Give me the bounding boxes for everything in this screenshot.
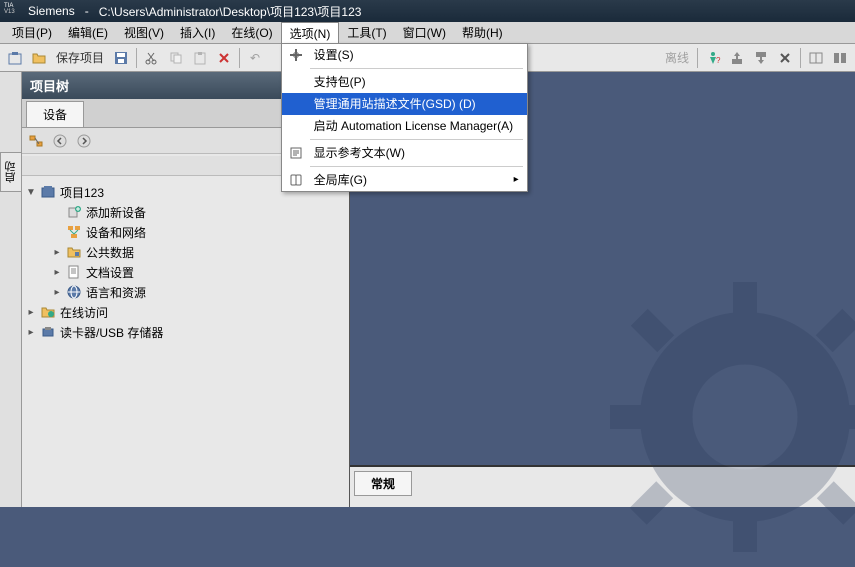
menu-window[interactable]: 窗口(W) [395,22,454,43]
save-button[interactable] [110,47,132,69]
toolbar-separator [136,48,137,68]
copy-button[interactable] [165,47,187,69]
tree-label: 添加新设备 [86,204,146,221]
tree-label: 设备和网络 [86,224,146,241]
tree-node-doc-settings[interactable]: ▸ 文档设置 [22,262,349,282]
dd-separator [310,166,523,167]
dd-label: 启动 Automation License Manager(A) [314,117,513,134]
tree-node-card-reader[interactable]: ▸ 读卡器/USB 存储器 [22,322,349,342]
undo-button[interactable]: ↶ [244,47,266,69]
dd-manage-gsd[interactable]: 管理通用站描述文件(GSD) (D) [282,93,527,115]
menu-project[interactable]: 项目(P) [4,22,60,43]
tree-node-common-data[interactable]: ▸ 公共数据 [22,242,349,262]
dd-settings[interactable]: 设置(S) [282,44,527,66]
dd-label: 设置(S) [314,46,354,63]
accessibility-button[interactable]: ? [702,47,724,69]
offline-label: 离线 [661,49,693,66]
chevron-right-icon: ▸ [514,174,519,185]
options-dropdown: 设置(S) 支持包(P) 管理通用站描述文件(GSD) (D) 启动 Autom… [281,43,528,192]
delete-button[interactable] [213,47,235,69]
menu-options[interactable]: 选项(N) 设置(S) 支持包(P) 管理通用站描述文件(GSD) (D) 启动… [281,22,340,44]
folder-icon [66,244,82,260]
nav-fwd-button[interactable] [74,131,94,151]
dd-license-manager[interactable]: 启动 Automation License Manager(A) [282,115,527,137]
dd-label: 全局库(G) [314,171,367,188]
dd-label: 支持包(P) [314,73,366,90]
close-view-button[interactable] [774,47,796,69]
svg-text:?: ? [716,56,721,65]
cut-button[interactable] [141,47,163,69]
expand-icon[interactable]: ▸ [26,307,36,318]
expand-icon[interactable]: ▸ [52,267,62,278]
dd-label: 管理通用站描述文件(GSD) (D) [314,95,476,112]
dd-reference-text[interactable]: 显示参考文本(W) [282,142,527,164]
side-tab-start[interactable]: 启动 [0,152,22,192]
dd-label: 显示参考文本(W) [314,144,405,161]
menu-view[interactable]: 视图(V) [116,22,172,43]
menu-help[interactable]: 帮助(H) [454,22,511,43]
tree-label: 文档设置 [86,264,134,281]
dd-separator [310,68,523,69]
title-sep: - [85,4,89,18]
tree-label: 公共数据 [86,244,134,261]
menu-online[interactable]: 在线(O) [223,22,280,43]
menu-edit[interactable]: 编辑(E) [60,22,116,43]
project-path: C:\Users\Administrator\Desktop\项目123\项目1… [99,3,362,20]
toolbar-separator [239,48,240,68]
project-icon [40,184,56,200]
open-project-button[interactable] [28,47,50,69]
tree-label: 语言和资源 [86,284,146,301]
tree-node-devices-networks[interactable]: 设备和网络 [22,222,349,242]
menu-insert[interactable]: 插入(I) [172,22,223,43]
tree-label: 项目123 [60,184,104,201]
tree-label: 读卡器/USB 存储器 [60,324,163,341]
app-logo: TIA V13 [4,3,22,19]
doc-icon [66,264,82,280]
split-button[interactable] [805,47,827,69]
layout-button[interactable] [829,47,851,69]
nav-back-button[interactable] [50,131,70,151]
reftext-icon [288,145,304,161]
dd-global-lib[interactable]: 全局库(G) ▸ [282,169,527,191]
network-icon [66,224,82,240]
download-button[interactable] [750,47,772,69]
settings-icon [288,47,304,63]
app-name: Siemens [28,4,75,18]
upload-button[interactable] [726,47,748,69]
gear-decoration [595,267,855,567]
title-bar: TIA V13 Siemens - C:\Users\Administrator… [0,0,855,22]
project-tree[interactable]: ▼ 项目123 添加新设备 设备和网络 ▸ 公共数据 ▸ [22,154,349,507]
expand-icon[interactable]: ▸ [52,287,62,298]
library-icon [288,172,304,188]
save-label: 保存项目 [52,49,108,66]
dd-support-pack[interactable]: 支持包(P) [282,71,527,93]
menu-tools[interactable]: 工具(T) [339,22,394,43]
add-device-icon [66,204,82,220]
side-tab-strip: 启动 [0,72,22,507]
tree-node-online-access[interactable]: ▸ 在线访问 [22,302,349,322]
dd-separator [310,139,523,140]
card-reader-icon [40,324,56,340]
expand-icon[interactable]: ▸ [26,327,36,338]
online-icon [40,304,56,320]
tab-devices[interactable]: 设备 [26,101,84,127]
blank-icon [288,118,304,134]
network-view-button[interactable] [26,131,46,151]
tree-label: 在线访问 [60,304,108,321]
tree-node-languages[interactable]: ▸ 语言和资源 [22,282,349,302]
paste-button[interactable] [189,47,211,69]
globe-icon [66,284,82,300]
toolbar-separator [697,48,698,68]
blank-icon [288,96,304,112]
expand-icon[interactable]: ▸ [52,247,62,258]
toolbar-separator [800,48,801,68]
new-project-button[interactable] [4,47,26,69]
blank-icon [288,74,304,90]
expand-icon[interactable]: ▼ [26,187,36,198]
tab-general[interactable]: 常规 [354,471,412,496]
tree-node-add-device[interactable]: 添加新设备 [22,202,349,222]
menu-bar: 项目(P) 编辑(E) 视图(V) 插入(I) 在线(O) 选项(N) 设置(S… [0,22,855,44]
